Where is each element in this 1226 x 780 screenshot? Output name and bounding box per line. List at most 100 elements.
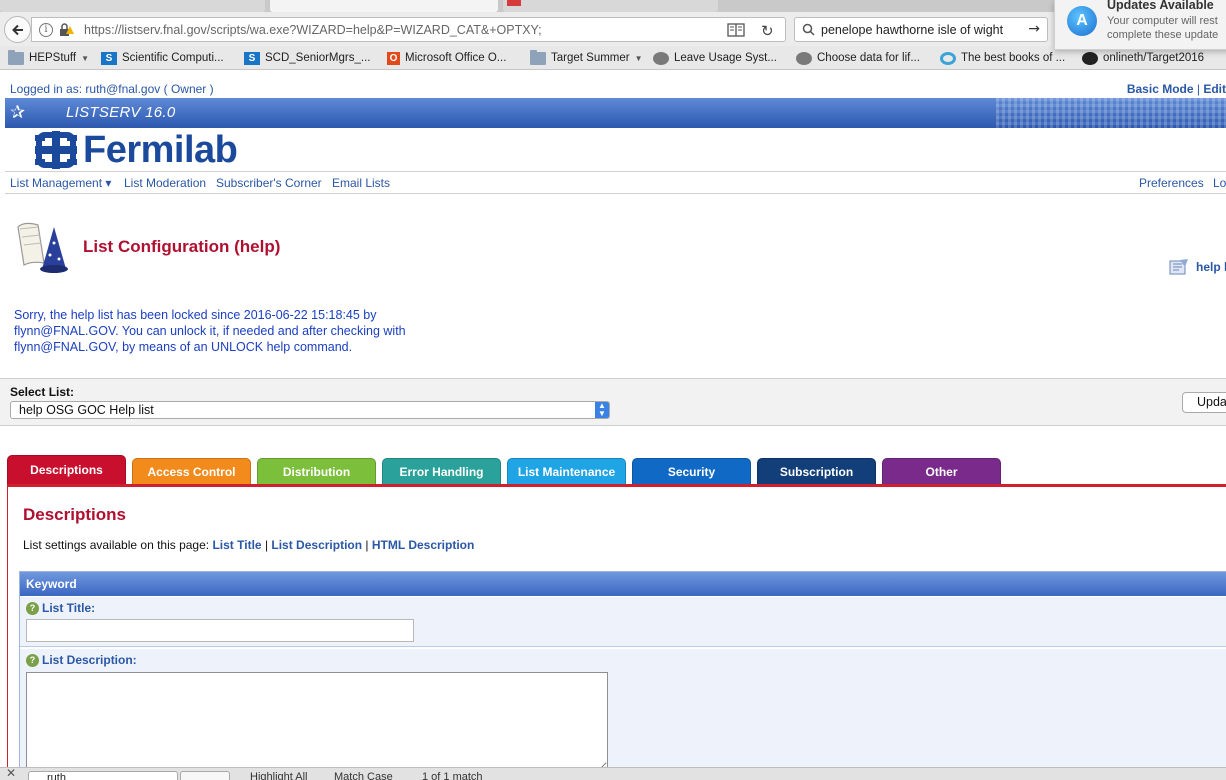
insecure-lock-icon[interactable] xyxy=(58,22,76,41)
list-description-label-text: List Description: xyxy=(42,653,137,667)
basic-mode-link[interactable]: Basic Mode xyxy=(1127,82,1194,96)
bookmark-microsoft-office[interactable]: O Microsoft Office O... xyxy=(387,50,506,66)
bookmark-scd-seniormgrs[interactable]: S SCD_SeniorMgrs_... xyxy=(244,50,370,66)
select-list-value: help OSG GOC Help list xyxy=(19,403,154,417)
nav-list-management[interactable]: List Management ▾ xyxy=(10,176,111,190)
find-input[interactable]: ruth xyxy=(28,771,178,780)
dropdown-arrow-icon: ▼ xyxy=(634,53,643,63)
bookmark-target-summer[interactable]: Target Summer ▼ xyxy=(530,49,643,66)
url-text[interactable]: https://listserv.fnal.gov/scripts/wa.exe… xyxy=(84,23,542,37)
browser-tab[interactable] xyxy=(503,0,718,12)
available-settings: List settings available on this page: Li… xyxy=(23,538,474,552)
dropdown-stepper-icon: ▲ ▼ xyxy=(595,402,609,418)
fermilab-logo-mark-icon xyxy=(35,131,77,169)
bookmark-hepstuff[interactable]: HEPStuff ▼ xyxy=(8,49,90,66)
list-description-label: ? List Description: xyxy=(26,653,137,667)
help-document-icon xyxy=(1169,259,1188,275)
globe-icon xyxy=(653,51,669,65)
nav-subscribers-corner[interactable]: Subscriber's Corner xyxy=(216,176,322,190)
tab-access-control[interactable]: Access Control xyxy=(132,458,251,484)
link-list-title[interactable]: List Title xyxy=(212,538,261,552)
tab-list-maintenance[interactable]: List Maintenance xyxy=(507,458,626,484)
fermilab-wordmark: Fermilab xyxy=(83,129,238,171)
list-title-label-text: List Title: xyxy=(42,601,96,615)
updates-notification[interactable]: A Updates Available Your computer will r… xyxy=(1054,0,1226,50)
nav-logout[interactable]: Lo xyxy=(1213,176,1226,190)
section-heading: Descriptions xyxy=(23,505,126,524)
folder-icon xyxy=(8,49,24,65)
listserv-banner: ✰ LISTSERV 16.0 xyxy=(5,98,1226,128)
select-list-dropdown[interactable]: help OSG GOC Help list ▲ ▼ xyxy=(10,401,610,419)
list-description-textarea[interactable] xyxy=(26,672,608,772)
back-button[interactable] xyxy=(4,16,31,43)
banner-pattern xyxy=(996,98,1226,128)
bookmark-label: SCD_SeniorMgrs_... xyxy=(265,52,371,64)
search-go-arrow-icon[interactable]: → xyxy=(1028,21,1040,37)
tab-security[interactable]: Security xyxy=(632,458,751,484)
wizard-icon xyxy=(17,222,68,273)
reload-icon[interactable]: ↻ xyxy=(761,22,774,40)
keyword-header: Keyword xyxy=(20,572,1226,596)
search-bar[interactable]: penelope hawthorne isle of wight → xyxy=(794,17,1048,42)
fermilab-logo[interactable]: Fermilab xyxy=(35,129,238,171)
bookmark-onlineth-target[interactable]: onlineth/Target2016 xyxy=(1082,50,1204,66)
bookmark-label: Microsoft Office O... xyxy=(405,52,507,64)
notification-body: Your computer will rest complete these u… xyxy=(1107,14,1218,42)
browser-tab[interactable] xyxy=(0,0,265,12)
listserv-version: LISTSERV 16.0 xyxy=(66,104,176,121)
bookmark-label: The best books of ... xyxy=(961,52,1066,64)
tab-descriptions[interactable]: Descriptions xyxy=(7,455,126,485)
notification-line: complete these update xyxy=(1107,29,1219,41)
tab-distribution[interactable]: Distribution xyxy=(257,458,376,484)
update-button[interactable]: Upda xyxy=(1182,392,1226,413)
find-bar: ✕ ruth Highlight All Match Case 1 of 1 m… xyxy=(0,767,1226,780)
find-match-count: 1 of 1 match xyxy=(422,771,483,780)
match-case-checkbox[interactable]: Match Case xyxy=(334,771,393,780)
highlight-all-checkbox[interactable]: Highlight All xyxy=(250,771,307,780)
reader-view-icon[interactable] xyxy=(727,23,745,40)
bookmark-choose-data[interactable]: Choose data for lif... xyxy=(796,50,920,66)
search-text[interactable]: penelope hawthorne isle of wight xyxy=(821,23,1003,37)
tab-other[interactable]: Other xyxy=(882,458,1001,484)
browser-tab-strip xyxy=(0,0,1226,12)
help-question-icon[interactable]: ? xyxy=(26,653,39,667)
folder-icon xyxy=(530,49,546,65)
bookmarks-toolbar: HEPStuff ▼ S Scientific Computi... S SCD… xyxy=(0,46,1226,70)
list-title-label: ? List Title: xyxy=(26,601,95,615)
find-query: ruth xyxy=(47,772,66,780)
bookmark-scientific-computing[interactable]: S Scientific Computi... xyxy=(101,50,224,66)
nav-list-moderation[interactable]: List Moderation xyxy=(124,176,206,190)
link-list-description[interactable]: List Description xyxy=(271,538,362,552)
page-title: List Configuration (help) xyxy=(83,237,281,256)
help-doc-link[interactable]: help l xyxy=(1168,258,1226,276)
main-nav: List Management ▾ List Moderation Subscr… xyxy=(5,172,1226,194)
bookmark-best-books[interactable]: The best books of ... xyxy=(940,50,1065,66)
nav-preferences[interactable]: Preferences xyxy=(1139,176,1204,190)
find-prev-next[interactable] xyxy=(180,771,230,780)
bookmark-leave-usage[interactable]: Leave Usage Syst... xyxy=(653,50,777,66)
globe-icon xyxy=(796,51,812,65)
address-bar[interactable]: i https://listserv.fnal.gov/scripts/wa.e… xyxy=(31,17,786,42)
github-icon xyxy=(1082,51,1098,65)
browser-tab-active[interactable] xyxy=(270,0,498,12)
list-title-input[interactable] xyxy=(26,619,414,642)
search-icon xyxy=(802,23,815,36)
nav-email-lists[interactable]: Email Lists xyxy=(332,176,390,190)
bookmark-label: Leave Usage Syst... xyxy=(674,52,777,64)
info-icon[interactable]: i xyxy=(39,23,53,37)
bookmark-label: Choose data for lif... xyxy=(817,52,920,64)
available-prefix: List settings available on this page: xyxy=(23,538,210,552)
tab-error-handling[interactable]: Error Handling xyxy=(382,458,501,484)
keyword-row-list-description: ? List Description: xyxy=(20,649,1226,780)
edit-link[interactable]: Edit xyxy=(1203,82,1226,96)
navigation-toolbar: i https://listserv.fnal.gov/scripts/wa.e… xyxy=(0,12,1226,46)
select-list-label: Select List: xyxy=(10,385,75,399)
link-html-description[interactable]: HTML Description xyxy=(372,538,474,552)
bookmark-label: Scientific Computi... xyxy=(122,52,224,64)
dropdown-arrow-icon: ▼ xyxy=(81,53,90,63)
help-question-icon[interactable]: ? xyxy=(26,601,39,615)
app-store-icon: A xyxy=(1067,6,1097,36)
bookmark-label: HEPStuff xyxy=(29,52,77,64)
tab-subscription[interactable]: Subscription xyxy=(757,458,876,484)
close-icon[interactable]: ✕ xyxy=(6,768,16,780)
